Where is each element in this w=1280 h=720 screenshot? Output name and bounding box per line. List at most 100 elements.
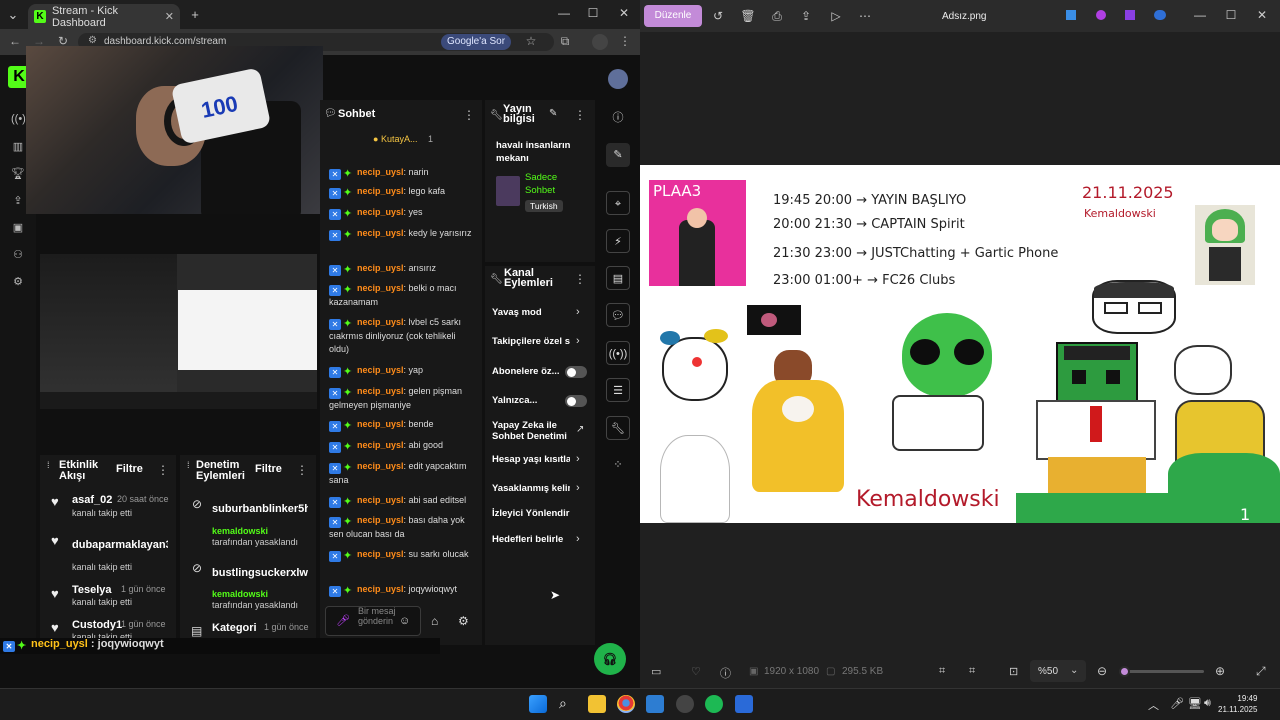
chat-username[interactable]: necip_uysl xyxy=(357,228,404,238)
actual-size-icon[interactable]: ⊡ xyxy=(1009,665,1018,678)
chat-username[interactable]: necip_uysl xyxy=(357,584,404,594)
chat-message[interactable]: ✕ ✦ necip_uysl: lvbel c5 sarkı cıakrmıs di… xyxy=(329,316,474,356)
rotate-icon[interactable]: ↺ xyxy=(709,9,727,23)
moderator-name[interactable]: kemaldowski xyxy=(212,526,268,536)
document-icon[interactable]: ▤ xyxy=(606,266,630,290)
edit-pencil-icon[interactable]: ✎ xyxy=(549,108,557,119)
profile-avatar[interactable] xyxy=(592,34,608,50)
chat-menu-icon[interactable]: ⋮ xyxy=(463,108,475,122)
chat-username[interactable]: necip_uysl xyxy=(357,495,404,505)
bookmark-star-icon[interactable]: ☆ xyxy=(523,34,539,48)
chat-username[interactable]: necip_uysl xyxy=(357,461,404,471)
nav-settings-icon[interactable]: ⚙ xyxy=(11,275,25,289)
banned-user-name[interactable]: suburbanblinker5hq xyxy=(212,503,308,515)
lightning-icon[interactable]: ⚡︎ xyxy=(606,229,630,253)
toggle-switch[interactable] xyxy=(565,395,587,407)
microphone-icon[interactable]: 🎤︎ xyxy=(336,614,350,627)
chat-message[interactable]: ✕ ✦ necip_uysl: su sarkı olucak xyxy=(329,548,474,562)
chat-username[interactable]: necip_uysl xyxy=(357,263,404,273)
banned-user-name[interactable]: bustlingsuckerxlwd8 xyxy=(212,567,308,579)
chat-message[interactable]: ✕ ✦ necip_uysl: lego kafa xyxy=(329,185,474,199)
chat-username[interactable]: necip_uysl xyxy=(357,386,404,396)
chat-message[interactable]: ✕ ✦ necip_uysl: gelen pişman gelmeyen pişm… xyxy=(329,385,474,412)
broadcast-icon[interactable]: ((•)) xyxy=(606,341,630,365)
activity-name[interactable]: Teselya xyxy=(72,584,112,596)
stream-category[interactable]: Sadece Sohbet xyxy=(525,171,585,197)
chat-message[interactable]: ✕ ✦ necip_uysl: abi sad editsel xyxy=(329,494,474,508)
chat-message[interactable]: ✕ ✦ necip_uysl: narin xyxy=(329,166,474,180)
chat-message[interactable]: ✕ ✦ necip_uysl: edit yapcaktım sana xyxy=(329,460,474,487)
chat-message[interactable]: ✕ ✦ necip_uysl: arısırız xyxy=(329,262,474,276)
category-label[interactable]: Kategori xyxy=(212,622,257,634)
chat-settings-icon[interactable]: ⚙ xyxy=(458,614,469,628)
store-icon[interactable]: ⌂ xyxy=(431,614,438,628)
browser-menu-icon[interactable]: ⋮ xyxy=(617,34,633,48)
info-icon[interactable]: ⓘ xyxy=(606,106,630,130)
channel-actions-menu-icon[interactable]: ⋮ xyxy=(574,272,586,286)
spotify-icon[interactable] xyxy=(705,695,723,713)
pencil-icon[interactable]: ✎ xyxy=(606,143,630,167)
browser-tab[interactable]: K Stream - Kick Dashboard ✕ xyxy=(28,4,180,29)
volume-icon[interactable]: 🔊︎ xyxy=(1204,697,1211,710)
channel-action-item[interactable]: Hesap yaşı kısıtlaması › xyxy=(487,453,591,476)
activity-name[interactable]: Custody1 xyxy=(72,619,122,631)
chat-username[interactable]: necip_uysl xyxy=(357,440,404,450)
crop-icon[interactable]: ⌗ xyxy=(939,665,945,678)
stream-preview[interactable] xyxy=(40,254,317,409)
pinned-bar[interactable]: ● KutayA... 1 xyxy=(373,134,433,144)
minimize-icon[interactable]: — xyxy=(550,6,578,20)
activity-menu-icon[interactable]: ⋮ xyxy=(157,463,169,477)
file-explorer-icon[interactable] xyxy=(588,695,606,713)
tab-search-icon[interactable]: ⌄ xyxy=(4,6,22,24)
channel-action-item[interactable]: Yavaş mod › xyxy=(487,306,591,329)
close-window-icon[interactable]: ✕ xyxy=(610,6,638,20)
chat-username[interactable]: necip_uysl xyxy=(357,186,404,196)
zoom-in-icon[interactable]: ⊕ xyxy=(1215,664,1225,678)
chat-username[interactable]: necip_uysl xyxy=(357,365,404,375)
channel-action-item[interactable]: Abonelere öz... xyxy=(487,366,591,388)
app-icon-3[interactable] xyxy=(1125,10,1135,20)
zoom-slider[interactable] xyxy=(1119,666,1204,677)
windows-start-icon[interactable] xyxy=(529,695,547,713)
activity-filter-button[interactable]: Filtre xyxy=(116,463,143,475)
chat-username[interactable]: necip_uysl xyxy=(357,419,404,429)
channel-action-item[interactable]: Takipçilere özel sohbet › xyxy=(487,335,591,358)
taskbar-search-icon[interactable]: ⌕ xyxy=(559,695,567,712)
channel-action-item[interactable]: Yapay Zeka ile Sohbet Denetimi ↗ xyxy=(487,420,591,442)
chat-message[interactable]: ✕ ✦ necip_uysl: belki o macı kazanamam xyxy=(329,282,474,309)
maximize-icon[interactable]: ☐ xyxy=(579,6,607,20)
chat-icon[interactable]: 💬︎ xyxy=(606,303,630,327)
fullscreen-icon[interactable]: ⤢ xyxy=(1256,664,1266,679)
tools-icon[interactable]: 🔧︎ xyxy=(606,416,630,440)
settings-app-icon[interactable] xyxy=(676,695,694,713)
moderation-filter-button[interactable]: Filtre xyxy=(255,463,282,475)
network-icon[interactable]: 🖥︎ xyxy=(1188,697,1202,710)
app-icon-1[interactable] xyxy=(1066,10,1076,20)
fit-icon[interactable]: ⌗ xyxy=(969,665,975,678)
favorite-icon[interactable]: ♡ xyxy=(691,665,701,678)
viewer-minimize-icon[interactable]: — xyxy=(1186,8,1214,22)
chat-message[interactable]: ✕ ✦ necip_uysl: bası daha yok sen olucan b… xyxy=(329,514,474,541)
channel-action-item[interactable]: Hedefleri belirle › xyxy=(487,533,591,556)
more-icon[interactable]: ⋯ xyxy=(856,9,874,23)
chat-message[interactable]: ✕ ✦ necip_uysl: yes xyxy=(329,206,474,220)
channel-action-item[interactable]: Yalnızca... xyxy=(487,395,591,417)
microphone-tray-icon[interactable]: 🎤︎ xyxy=(1170,697,1184,710)
chat-username[interactable]: necip_uysl xyxy=(357,515,404,525)
chrome-icon[interactable] xyxy=(617,695,635,713)
tray-chevron-icon[interactable]: ︿ xyxy=(1148,697,1159,713)
google-ask-button[interactable]: Google'a Sor xyxy=(441,34,512,50)
chat-message[interactable]: ✕ ✦ necip_uysl: yap xyxy=(329,364,474,378)
filmstrip-icon[interactable]: ▭ xyxy=(651,665,661,678)
nav-analytics-icon[interactable]: ▥ xyxy=(11,140,25,154)
chat-username[interactable]: necip_uysl xyxy=(357,207,404,217)
nav-stream-icon[interactable]: ((•)) xyxy=(11,113,30,127)
apps-icon[interactable]: ⁘ xyxy=(606,453,630,477)
viewer-close-icon[interactable]: ✕ xyxy=(1248,8,1276,22)
edit-button[interactable]: Düzenle xyxy=(644,5,702,27)
screen-capture-icon[interactable]: ⌖ xyxy=(606,191,630,215)
chat-username[interactable]: necip_uysl xyxy=(357,167,404,177)
nav-trophy-icon[interactable]: 🏆︎ xyxy=(11,167,25,181)
cloud-icon[interactable] xyxy=(1154,10,1166,20)
delete-icon[interactable]: 🗑︎ xyxy=(739,9,757,23)
